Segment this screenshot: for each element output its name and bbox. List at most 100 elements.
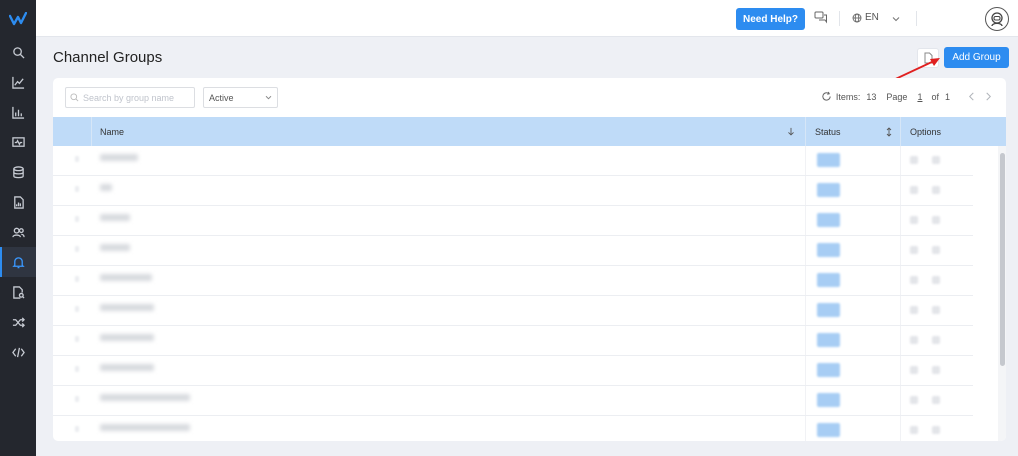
language-label: EN [865, 12, 879, 23]
search-icon [70, 93, 79, 102]
edit-icon[interactable] [910, 396, 918, 404]
sidebar-item-notifications[interactable] [0, 247, 36, 277]
add-group-button[interactable]: Add Group [944, 47, 1009, 68]
status-badge [817, 273, 840, 287]
row-index [75, 246, 79, 252]
status-sort-toggle[interactable] [886, 117, 892, 146]
sidebar-item-files[interactable] [0, 187, 36, 217]
table-row[interactable] [53, 236, 973, 266]
options-column-header: Options [910, 126, 942, 137]
delete-icon[interactable] [932, 276, 940, 284]
name-sort-toggle[interactable] [787, 117, 795, 146]
need-help-button[interactable]: Need Help? [736, 8, 805, 30]
table-row[interactable] [53, 266, 973, 296]
scrollbar-thumb[interactable] [1000, 153, 1005, 366]
table-row[interactable] [53, 416, 973, 441]
row-index [75, 306, 79, 312]
chevron-right-icon[interactable] [985, 92, 992, 101]
table-row[interactable] [53, 146, 973, 176]
delete-icon[interactable] [932, 396, 940, 404]
redacted-group-name [100, 274, 152, 281]
row-index [75, 366, 79, 372]
page-title: Channel Groups [53, 49, 163, 66]
redacted-group-name [100, 304, 154, 311]
database-icon [12, 165, 24, 178]
search-icon [12, 46, 25, 59]
row-index [75, 276, 79, 282]
delete-icon[interactable] [932, 246, 940, 254]
status-badge [817, 153, 840, 167]
redacted-group-name [100, 364, 154, 371]
bell-icon [11, 256, 25, 268]
status-column-header[interactable]: Status [815, 117, 841, 146]
status-badge [817, 423, 840, 437]
sidebar-item-routing[interactable] [0, 307, 36, 337]
delete-icon[interactable] [932, 156, 940, 164]
user-avatar[interactable] [985, 7, 1009, 31]
edit-icon[interactable] [910, 246, 918, 254]
redacted-group-name [100, 154, 138, 161]
sidebar-item-users[interactable] [0, 217, 36, 247]
language-selector[interactable]: EN [852, 12, 879, 23]
redacted-group-name [100, 424, 190, 431]
search-box[interactable] [65, 87, 195, 108]
delete-icon[interactable] [932, 366, 940, 374]
status-badge [817, 243, 840, 257]
column-separator [805, 117, 806, 146]
status-badge [817, 363, 840, 377]
chevron-left-icon[interactable] [968, 92, 975, 101]
delete-icon[interactable] [932, 336, 940, 344]
table-row[interactable] [53, 326, 973, 356]
edit-icon[interactable] [910, 216, 918, 224]
document-search-icon [12, 285, 25, 299]
delete-icon[interactable] [932, 306, 940, 314]
table-row[interactable] [53, 296, 973, 326]
sidebar-item-search[interactable] [0, 37, 36, 67]
sidebar-item-database[interactable] [0, 157, 36, 187]
name-column-header[interactable]: Name [100, 117, 124, 146]
edit-icon[interactable] [910, 426, 918, 434]
redacted-group-name [100, 184, 112, 191]
top-bar: Need Help? EN [36, 0, 1018, 37]
chat-button[interactable] [814, 11, 828, 27]
status-badge [817, 303, 840, 317]
sidebar-item-developer[interactable] [0, 337, 36, 367]
delete-icon[interactable] [932, 216, 940, 224]
sidebar-item-trends[interactable] [0, 67, 36, 97]
arrow-down-icon [788, 127, 794, 136]
column-separator [900, 117, 901, 146]
edit-icon[interactable] [910, 156, 918, 164]
table-row[interactable] [53, 356, 973, 386]
report-file-icon [13, 195, 24, 209]
edit-icon[interactable] [910, 336, 918, 344]
status-badge [817, 183, 840, 197]
current-page-input[interactable]: 1 [917, 92, 922, 102]
separator [839, 11, 840, 26]
status-filter-select[interactable]: Active [203, 87, 278, 108]
delete-icon[interactable] [932, 426, 940, 434]
edit-icon[interactable] [910, 276, 918, 284]
edit-icon[interactable] [910, 186, 918, 194]
table-row[interactable] [53, 206, 973, 236]
sort-icon [886, 126, 892, 137]
trend-chart-icon [11, 76, 24, 89]
status-badge [817, 333, 840, 347]
refresh-icon[interactable] [821, 91, 832, 102]
redacted-group-name [100, 214, 130, 221]
items-count: 13 [866, 91, 877, 102]
row-index [75, 156, 79, 162]
search-input[interactable] [83, 92, 183, 103]
language-dropdown-toggle[interactable] [892, 14, 900, 25]
delete-icon[interactable] [932, 186, 940, 194]
sidebar-item-audit[interactable] [0, 277, 36, 307]
edit-icon[interactable] [910, 366, 918, 374]
table-header: Name Status Options [53, 117, 1006, 146]
edit-icon[interactable] [910, 306, 918, 314]
redacted-group-name [100, 244, 130, 251]
sidebar-item-reports[interactable] [0, 97, 36, 127]
sidebar-item-monitor[interactable] [0, 127, 36, 157]
app-logo[interactable] [0, 0, 36, 37]
table-row[interactable] [53, 386, 973, 416]
table-row[interactable] [53, 176, 973, 206]
row-index [75, 186, 79, 192]
